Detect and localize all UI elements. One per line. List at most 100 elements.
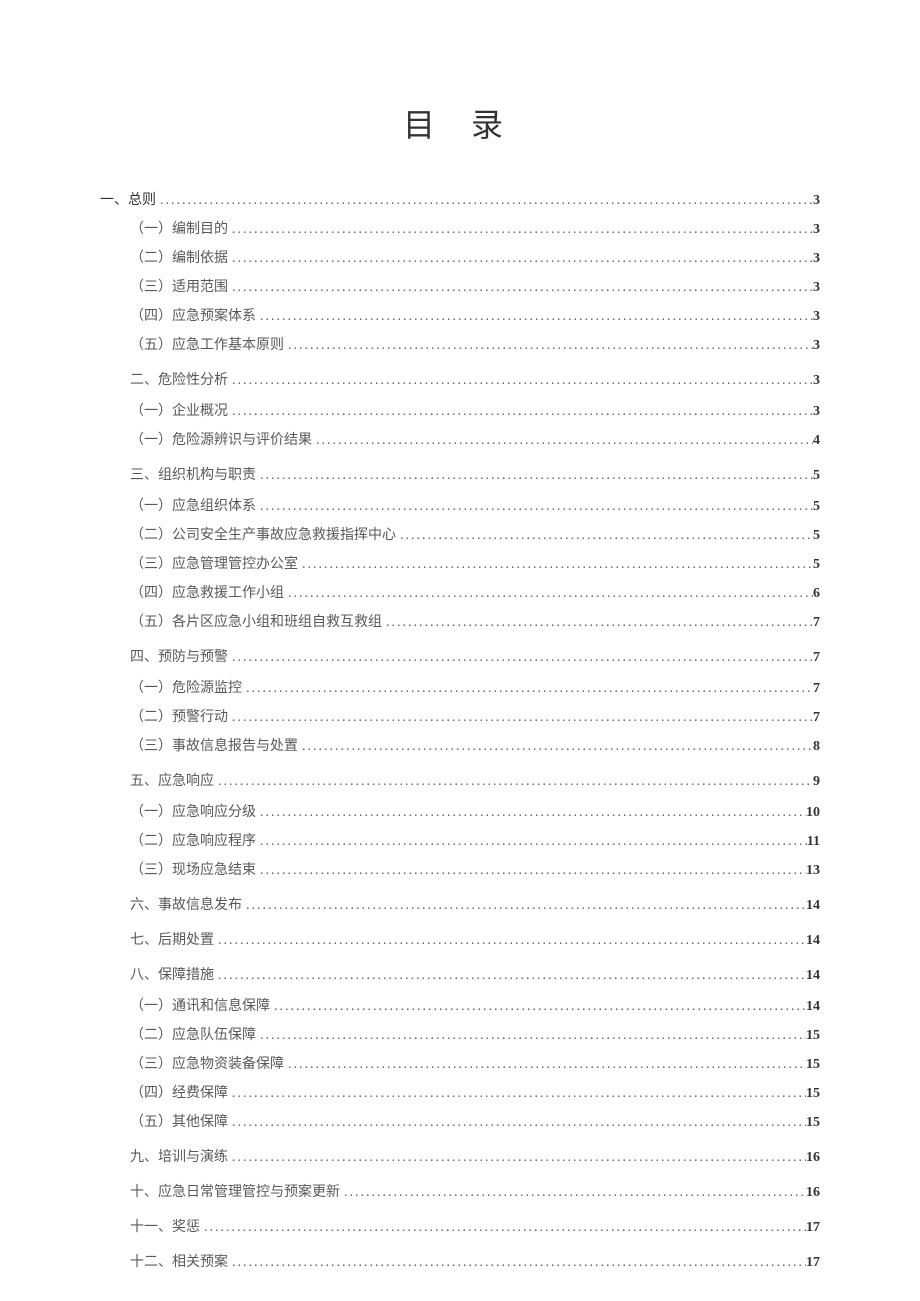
toc-entry-page: 3 (813, 370, 820, 391)
toc-entry[interactable]: （一）危险源监控7 (130, 678, 820, 699)
toc-entry-page: 5 (813, 465, 820, 486)
toc-entry[interactable]: 八、保障措施14 (130, 965, 820, 986)
toc-leader (284, 583, 813, 604)
toc-entry-page: 17 (806, 1217, 820, 1238)
toc-entry-label: （二）应急响应程序 (130, 831, 256, 852)
toc-entry-label: （四）应急预案体系 (130, 306, 256, 327)
toc-entry-page: 16 (806, 1147, 820, 1168)
toc-entry-page: 6 (813, 583, 820, 604)
toc-entry-page: 15 (806, 1025, 820, 1046)
toc-entry-label: （一）应急组织体系 (130, 496, 256, 517)
toc-leader (228, 1112, 806, 1133)
toc-entry-label: （三）应急管理管控办公室 (130, 554, 298, 575)
toc-entry[interactable]: （一）危险源辨识与评价结果4 (130, 430, 820, 451)
toc-leader (256, 465, 813, 486)
toc-entry-label: （五）其他保障 (130, 1112, 228, 1133)
toc-entry[interactable]: （三）应急管理管控办公室5 (130, 554, 820, 575)
toc-entry-label: （一）危险源辨识与评价结果 (130, 430, 312, 451)
toc-entry-page: 13 (806, 860, 820, 881)
toc-leader (382, 612, 813, 633)
toc-leader (228, 1147, 806, 1168)
toc-entry-page: 11 (807, 831, 820, 852)
toc-entry-page: 14 (806, 996, 820, 1017)
toc-leader (228, 219, 813, 240)
toc-entry[interactable]: （四）应急救援工作小组 6 (130, 583, 820, 604)
toc-entry[interactable]: （一）应急响应分级10 (130, 802, 820, 823)
toc-entry-page: 15 (806, 1054, 820, 1075)
toc-entry[interactable]: 二、危险性分析 3 (130, 370, 820, 391)
toc-entry-page: 16 (806, 1182, 820, 1203)
toc-leader (200, 1217, 806, 1238)
toc-entry[interactable]: （三）现场应急结束 13 (130, 860, 820, 881)
toc-entry[interactable]: 十二、相关预案 17 (130, 1252, 820, 1273)
toc-entry-label: 十一、奖惩 (130, 1217, 200, 1238)
toc-entry-page: 15 (806, 1112, 820, 1133)
toc-entry[interactable]: （二）编制依据3 (130, 248, 820, 269)
toc-entry-label: 四、预防与预警 (130, 647, 228, 668)
toc-entry[interactable]: （一）通讯和信息保障14 (130, 996, 820, 1017)
toc-entry[interactable]: 六、事故信息发布14 (130, 895, 820, 916)
toc-entry-label: （三）事故信息报告与处置 (130, 736, 298, 757)
toc-entry[interactable]: 十、应急日常管理管控与预案更新16 (130, 1182, 820, 1203)
toc-entry[interactable]: （四）应急预案体系 3 (130, 306, 820, 327)
toc-entry-page: 7 (813, 678, 820, 699)
toc-entry[interactable]: （一）编制目的3 (130, 219, 820, 240)
toc-leader (396, 525, 813, 546)
toc-entry-page: 3 (813, 401, 820, 422)
toc-leader (256, 306, 813, 327)
toc-entry-page: 5 (813, 496, 820, 517)
toc-entry[interactable]: （三）事故信息报告与处置8 (130, 736, 820, 757)
toc-entry[interactable]: （二）应急响应程序 11 (130, 831, 820, 852)
toc-entry-page: 3 (813, 306, 820, 327)
toc-entry-label: （三）现场应急结束 (130, 860, 256, 881)
toc-leader (228, 277, 813, 298)
toc-entry[interactable]: （二）应急队伍保障 15 (130, 1025, 820, 1046)
toc-entry-page: 7 (813, 707, 820, 728)
toc-entry-page: 14 (806, 965, 820, 986)
toc-leader (214, 771, 813, 792)
toc-entry-label: （三）应急物资装备保障 (130, 1054, 284, 1075)
toc-entry-label: （五）各片区应急小组和班组自救互救组 (130, 612, 382, 633)
toc-entry[interactable]: 九、培训与演练 16 (130, 1147, 820, 1168)
toc-leader (228, 647, 813, 668)
toc-entry[interactable]: 七、后期处置14 (130, 930, 820, 951)
toc-entry[interactable]: （二）公司安全生产事故应急救援指挥中心5 (130, 525, 820, 546)
toc-entry-label: 二、危险性分析 (130, 370, 228, 391)
toc-entry[interactable]: 十一、奖惩 17 (130, 1217, 820, 1238)
toc-leader (228, 707, 813, 728)
toc-entry-page: 17 (806, 1252, 820, 1273)
toc-entry[interactable]: 四、预防与预警7 (130, 647, 820, 668)
toc-entry[interactable]: （一）应急组织体系 5 (130, 496, 820, 517)
toc-leader (256, 1025, 806, 1046)
toc-entry-label: （四）经费保障 (130, 1083, 228, 1104)
toc-entry[interactable]: （四）经费保障15 (130, 1083, 820, 1104)
toc-entry-page: 14 (806, 895, 820, 916)
toc-entry[interactable]: （三）适用范围3 (130, 277, 820, 298)
toc-entry-label: （二）预警行动 (130, 707, 228, 728)
toc-entry[interactable]: 五、应急响应9 (130, 771, 820, 792)
toc-entry-label: （一）企业概况 (130, 401, 228, 422)
toc-entry[interactable]: （五）应急工作基本原则3 (130, 335, 820, 356)
toc-entry-label: （一）应急响应分级 (130, 802, 256, 823)
toc-entry-label: 九、培训与演练 (130, 1147, 228, 1168)
toc-entry[interactable]: 一、总则3 (100, 190, 820, 211)
toc-entry-label: （四）应急救援工作小组 (130, 583, 284, 604)
toc-entry-label: （二）应急队伍保障 (130, 1025, 256, 1046)
toc-entry[interactable]: （二）预警行动 7 (130, 707, 820, 728)
toc-entry[interactable]: 三、组织机构与职责5 (130, 465, 820, 486)
toc-entry[interactable]: （五）各片区应急小组和班组自救互救组 7 (130, 612, 820, 633)
toc-entry-label: （二）编制依据 (130, 248, 228, 269)
toc-leader (312, 430, 813, 451)
toc-leader (228, 1083, 806, 1104)
toc-leader (228, 248, 813, 269)
toc-entry-page: 3 (813, 219, 820, 240)
toc-leader (228, 1252, 806, 1273)
toc-entry-page: 7 (813, 612, 820, 633)
toc-leader (298, 554, 813, 575)
toc-entry-label: 五、应急响应 (130, 771, 214, 792)
toc-entry[interactable]: （三）应急物资装备保障 15 (130, 1054, 820, 1075)
toc-entry[interactable]: （一）企业概况 3 (130, 401, 820, 422)
toc-entry-page: 3 (813, 190, 820, 211)
toc-entry[interactable]: （五）其他保障 15 (130, 1112, 820, 1133)
toc-entry-label: 十二、相关预案 (130, 1252, 228, 1273)
